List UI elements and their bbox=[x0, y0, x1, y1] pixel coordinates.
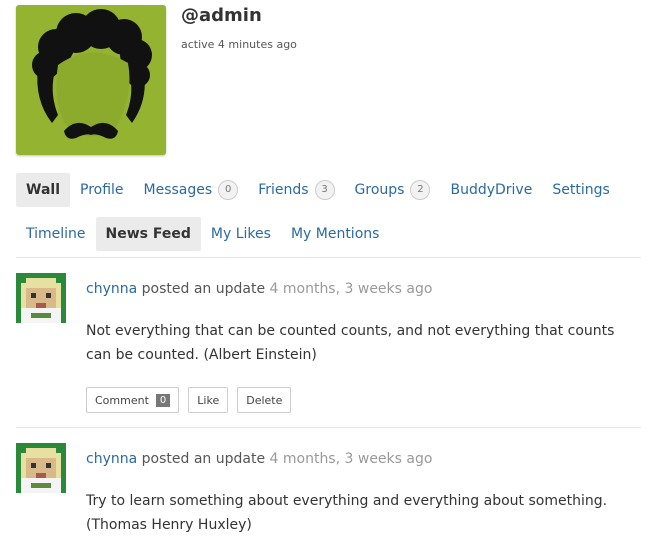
tab-messages[interactable]: Messages 0 bbox=[134, 173, 249, 207]
activity-actions: Comment 0 Like Delete bbox=[86, 387, 292, 413]
pixel-avatar-icon bbox=[16, 273, 66, 323]
subtab-news-feed[interactable]: News Feed bbox=[95, 217, 201, 251]
like-button[interactable]: Like bbox=[188, 387, 229, 413]
activity-header: chynna posted an update 4 months, 3 week… bbox=[86, 281, 432, 297]
subtab-my-mentions[interactable]: My Mentions bbox=[281, 217, 390, 251]
divider bbox=[16, 257, 641, 258]
pixel-avatar-icon bbox=[16, 443, 66, 493]
activity-content: Try to learn something about everything … bbox=[86, 493, 608, 533]
activity-item: chynna posted an update 4 months, 3 week… bbox=[16, 443, 641, 548]
user-avatar[interactable] bbox=[16, 443, 66, 493]
friends-count-badge: 3 bbox=[314, 180, 335, 200]
comment-button[interactable]: Comment 0 bbox=[86, 387, 180, 413]
tab-buddydrive[interactable]: BuddyDrive bbox=[440, 173, 542, 207]
user-avatar[interactable] bbox=[16, 273, 66, 323]
messages-count-badge: 0 bbox=[218, 180, 239, 200]
profile-avatar[interactable] bbox=[16, 5, 166, 155]
subtab-timeline[interactable]: Timeline bbox=[16, 217, 96, 251]
activity-item: chynna posted an update 4 months, 3 week… bbox=[16, 273, 641, 423]
subtab-my-likes[interactable]: My Likes bbox=[201, 217, 281, 251]
activity-action-text: posted an update bbox=[137, 281, 270, 297]
delete-button[interactable]: Delete bbox=[237, 387, 292, 413]
tab-groups[interactable]: Groups 2 bbox=[345, 173, 441, 207]
activity-timestamp[interactable]: 4 months, 3 weeks ago bbox=[270, 451, 433, 467]
sub-nav: Timeline News Feed My Likes My Mentions bbox=[16, 217, 389, 251]
divider bbox=[16, 427, 641, 428]
tab-settings[interactable]: Settings bbox=[542, 173, 619, 207]
tab-friends[interactable]: Friends 3 bbox=[248, 173, 344, 207]
activity-timestamp[interactable]: 4 months, 3 weeks ago bbox=[270, 281, 433, 297]
tab-profile[interactable]: Profile bbox=[70, 173, 134, 207]
activity-user-link[interactable]: chynna bbox=[86, 281, 137, 297]
mustache-man-avatar-icon bbox=[16, 5, 166, 155]
activity-action-text: posted an update bbox=[137, 451, 270, 467]
groups-count-badge: 2 bbox=[410, 180, 431, 200]
activity-content: Not everything that can be counted count… bbox=[86, 323, 615, 363]
profile-username: @admin bbox=[181, 5, 262, 26]
activity-user-link[interactable]: chynna bbox=[86, 451, 137, 467]
primary-nav: Wall Profile Messages 0 Friends 3 Groups 2 … bbox=[16, 173, 620, 207]
activity-header: chynna posted an update 4 months, 3 week… bbox=[86, 451, 432, 467]
comment-count-badge: 0 bbox=[155, 393, 171, 407]
profile-last-active: active 4 minutes ago bbox=[181, 38, 297, 51]
tab-wall[interactable]: Wall bbox=[16, 173, 70, 207]
